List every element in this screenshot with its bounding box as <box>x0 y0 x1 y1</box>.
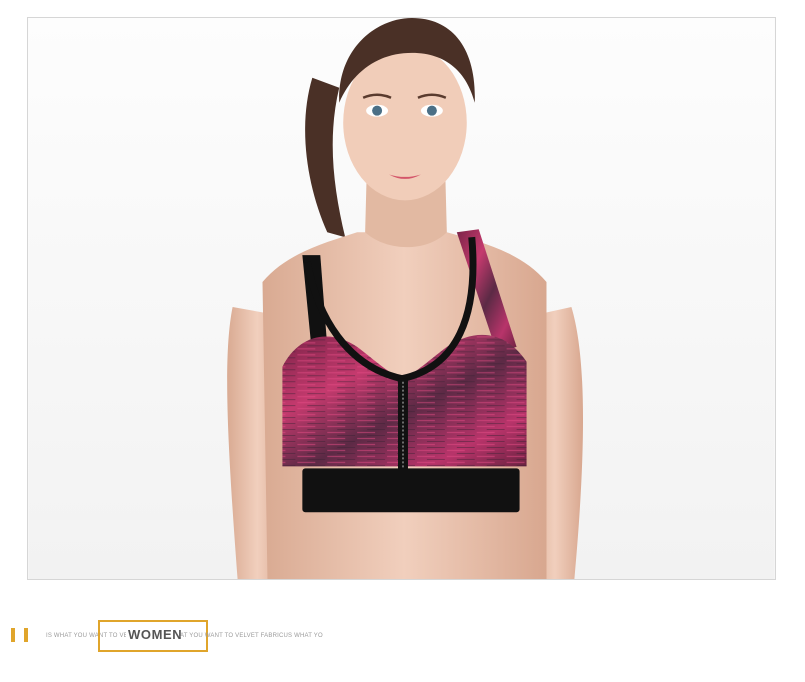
model-illustration <box>28 18 775 579</box>
underband <box>302 468 520 513</box>
accent-bar-icon <box>24 628 28 642</box>
category-label: WOMEN <box>126 627 185 643</box>
accent-bar-icon <box>11 628 15 642</box>
product-detail-page: IS WHAT YOU WANT TO VEL WOMEN AT YOU WAN… <box>0 0 805 682</box>
accent-marker <box>11 628 33 642</box>
banner-tagline-right: AT YOU WANT TO VELVET FABRICUS WHAT YO <box>180 633 323 639</box>
product-photo <box>27 17 776 580</box>
